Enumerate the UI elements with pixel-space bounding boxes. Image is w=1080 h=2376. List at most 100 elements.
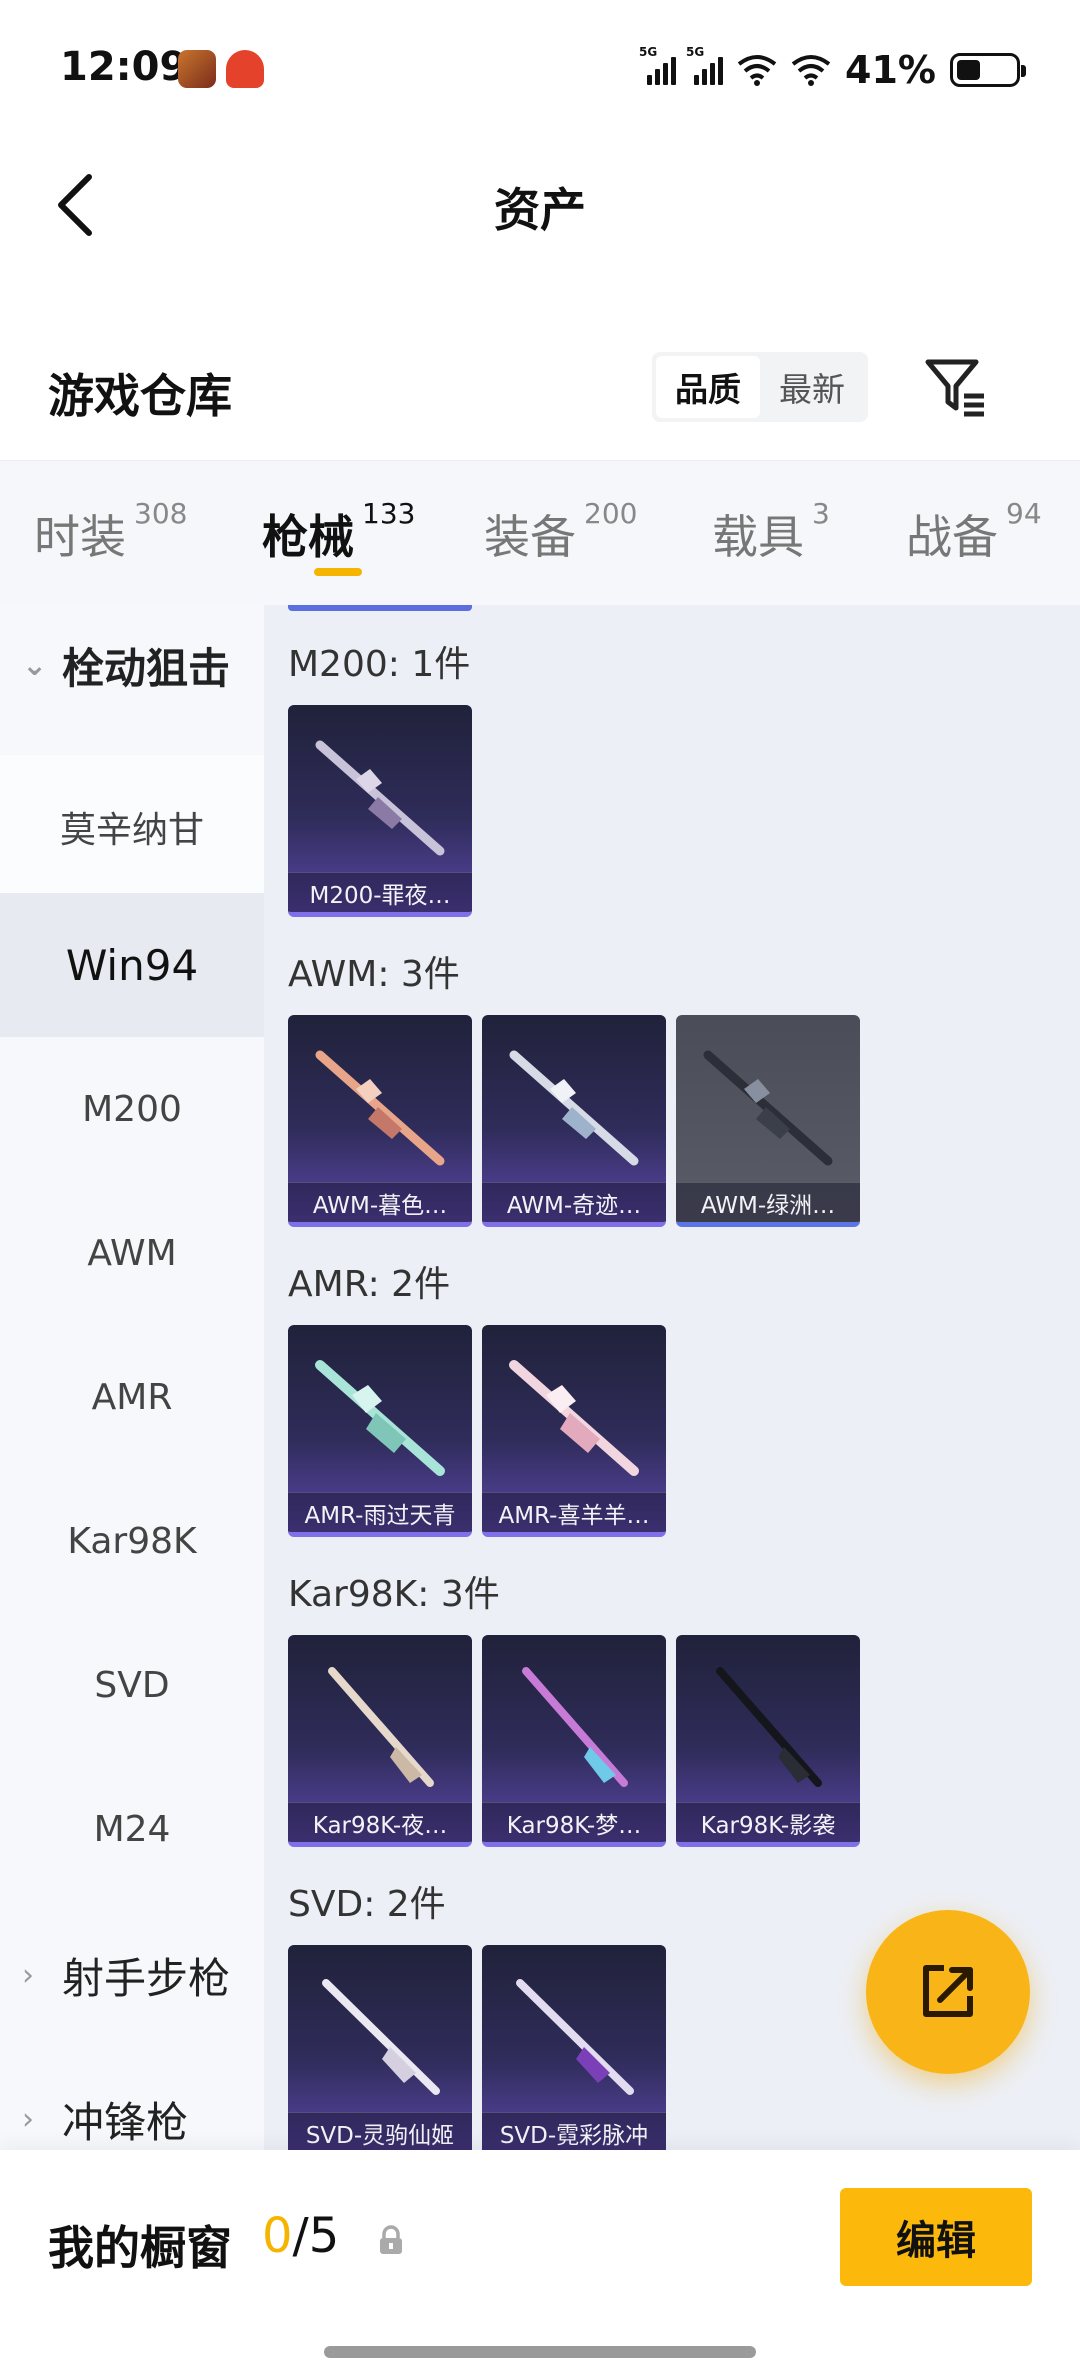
rifle-icon (328, 1667, 434, 1787)
skin-card[interactable]: AWM-奇迹… (482, 1015, 666, 1227)
sidebar-group-label: 射手步枪 (62, 1953, 231, 2003)
rifle-icon (516, 1979, 634, 2095)
home-indicator[interactable] (324, 2346, 756, 2358)
rifle-icon (315, 1050, 445, 1166)
sidebar-item-m24[interactable]: M24 (0, 1757, 264, 1901)
chevron-down-icon: ⌄ (22, 647, 48, 683)
rifle-icon (509, 1050, 639, 1166)
sidebar-group-label: 冲锋枪 (62, 2097, 189, 2147)
nav-bar: 资产 (0, 150, 1080, 260)
showcase-bar: 我的橱窗 0/5 编辑 (0, 2150, 1080, 2376)
sidebar-item-svd[interactable]: SVD (0, 1613, 264, 1757)
skin-card[interactable]: SVD-灵驹仙姬 (288, 1945, 472, 2150)
sort-quality-option[interactable]: 品质 (656, 356, 760, 418)
tab-count: 3 (812, 497, 830, 530)
status-time: 12:09 (60, 44, 188, 90)
skin-name: AWM-暮色… (288, 1182, 472, 1222)
group-title-m200: M200: 1件 (288, 644, 471, 685)
skin-name: AWM-绿洲… (676, 1182, 860, 1222)
tab-count: 94 (1006, 497, 1042, 530)
share-button[interactable] (866, 1910, 1030, 2074)
rifle-icon (322, 1979, 440, 2095)
skin-name: Kar98K-夜… (288, 1802, 472, 1842)
tab-label: 时装 (34, 510, 126, 564)
chevron-right-icon: › (22, 2101, 34, 2137)
skin-card[interactable]: Kar98K-影袭 (676, 1635, 860, 1847)
showcase-current: 0 (262, 2208, 293, 2264)
chevron-right-icon: › (22, 1957, 34, 1993)
filter-button[interactable] (918, 350, 990, 422)
skin-card[interactable]: SVD-霓彩脉冲 (482, 1945, 666, 2150)
skin-card[interactable]: AMR-喜羊羊… (482, 1325, 666, 1537)
sidebar-group-smg[interactable]: › 冲锋枪 (0, 2059, 264, 2150)
share-icon (923, 1965, 973, 2017)
sidebar-group-marksman[interactable]: › 射手步枪 (0, 1915, 264, 2035)
skin-card[interactable]: AMR-雨过天青 (288, 1325, 472, 1537)
sidebar-item-win94[interactable]: Win94 (0, 893, 264, 1037)
status-bar: 12:09 5G 5G 41% (0, 0, 1080, 110)
skin-name: Kar98K-梦… (482, 1802, 666, 1842)
rifle-icon (522, 1667, 628, 1787)
skin-name: M200-罪夜… (288, 872, 472, 912)
tab-label: 装备 (484, 510, 576, 564)
skin-name: AMR-雨过天青 (288, 1492, 472, 1532)
wifi-icon (791, 55, 831, 86)
sidebar-group-bolt-action[interactable]: ⌄ 栓动狙击 (0, 605, 264, 725)
tab-fashion[interactable]: 时装 308 (34, 497, 187, 567)
sidebar-item-m200[interactable]: M200 (0, 1037, 264, 1181)
sidebar-item-kar98k[interactable]: Kar98K (0, 1469, 264, 1613)
tab-supplies[interactable]: 战备 94 (906, 497, 1042, 567)
sidebar-item-awm[interactable]: AWM (0, 1181, 264, 1325)
group-title-awm: AWM: 3件 (288, 954, 460, 995)
sidebar-group-label: 栓动狙击 (62, 643, 231, 693)
skin-card[interactable]: Kar98K-夜… (288, 1635, 472, 1847)
tab-count: 133 (362, 497, 416, 530)
showcase-label: 我的橱窗 (48, 2221, 232, 2275)
tab-count: 200 (584, 497, 638, 530)
skin-card[interactable]: Kar98K-梦… (482, 1635, 666, 1847)
rifle-icon (703, 1050, 833, 1166)
group-title-kar98k: Kar98K: 3件 (288, 1574, 500, 1615)
skin-name: AWM-奇迹… (482, 1182, 666, 1222)
skin-name: SVD-灵驹仙姬 (288, 2112, 472, 2150)
notification-app-icon (226, 50, 264, 88)
signal-icon: 5G (639, 45, 677, 85)
showcase-count: 0/5 (262, 2208, 339, 2264)
skin-name: AMR-喜羊羊… (482, 1492, 666, 1532)
page-title: 资产 (494, 183, 586, 237)
edit-button[interactable]: 编辑 (840, 2188, 1032, 2286)
tab-count: 308 (134, 497, 188, 530)
game-app-icon (178, 50, 216, 88)
weapon-sidebar: ⌄ 栓动狙击 莫辛纳甘 Win94 M200 AWM AMR Kar98K SV… (0, 605, 264, 2150)
tab-firearms[interactable]: 枪械 133 (262, 497, 415, 567)
network-type-2: 5G (686, 45, 705, 59)
sort-newest-option[interactable]: 最新 (760, 356, 864, 418)
showcase-total: /5 (292, 2208, 340, 2264)
tab-label: 枪械 (262, 510, 354, 564)
filter-icon (925, 359, 984, 417)
rifle-icon (315, 1360, 445, 1476)
skin-name: Kar98K-影袭 (676, 1802, 860, 1842)
active-tab-indicator (314, 568, 362, 576)
group-title-amr: AMR: 2件 (288, 1264, 451, 1305)
rifle-icon (509, 1360, 639, 1476)
tab-label: 战备 (906, 510, 998, 564)
tab-equipment[interactable]: 装备 200 (484, 497, 637, 567)
tab-label: 载具 (712, 510, 804, 564)
battery-icon (950, 53, 1026, 87)
rifle-icon (315, 740, 445, 856)
network-type-1: 5G (639, 45, 658, 59)
sidebar-item-amr[interactable]: AMR (0, 1325, 264, 1469)
group-title-svd: SVD: 2件 (288, 1884, 446, 1925)
lock-icon (380, 2225, 402, 2254)
category-tabs: 时装 308 枪械 133 装备 200 载具 3 战备 94 (0, 460, 1080, 605)
skin-card[interactable]: AWM-暮色… (288, 1015, 472, 1227)
previous-card-edge (288, 605, 472, 611)
signal-icon: 5G (686, 45, 724, 85)
skin-card[interactable]: AWM-绿洲… (676, 1015, 860, 1227)
skin-name: SVD-霓彩脉冲 (482, 2112, 666, 2150)
tab-vehicles[interactable]: 载具 3 (712, 497, 830, 567)
sidebar-item-mosin[interactable]: 莫辛纳甘 (0, 755, 264, 899)
skin-card[interactable]: M200-罪夜… (288, 705, 472, 917)
warehouse-title: 游戏仓库 (48, 369, 232, 423)
